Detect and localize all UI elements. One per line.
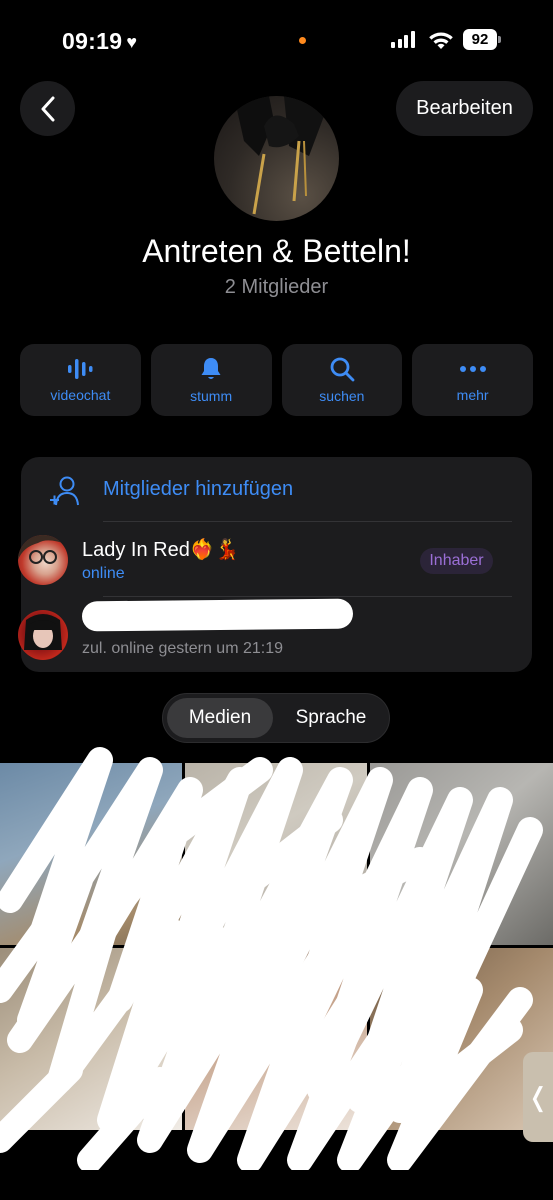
media-tile[interactable]	[0, 763, 182, 945]
chevron-left-icon	[41, 96, 54, 121]
action-bar: videochat stumm suchen mehr	[20, 344, 533, 416]
privacy-indicator-dot	[299, 37, 306, 44]
video-duration: 0:05	[331, 921, 359, 937]
tab-media[interactable]: Medien	[167, 698, 273, 738]
avatar[interactable]	[18, 610, 68, 660]
side-tab-chevron-icon: ❬	[527, 1081, 549, 1112]
audio-waveform-icon	[68, 359, 93, 379]
media-tile[interactable]	[370, 763, 553, 945]
media-tile[interactable]: 0:07	[0, 948, 182, 1130]
bell-icon	[201, 358, 221, 379]
media-tile[interactable]	[185, 948, 367, 1130]
owner-badge: Inhaber	[420, 548, 493, 574]
media-tabs: Medien Sprache	[162, 693, 390, 743]
redacted-member-name	[81, 598, 354, 632]
group-title: Antreten & Betteln!	[142, 233, 411, 269]
heart-icon: ♥	[126, 31, 138, 52]
side-panel-tab[interactable]: ❬	[523, 1052, 553, 1142]
divider	[103, 596, 512, 597]
mute-button[interactable]: stumm	[150, 344, 272, 416]
ellipsis-icon	[459, 366, 486, 372]
more-label: mehr	[456, 387, 489, 403]
videochat-label: videochat	[50, 387, 111, 403]
divider	[103, 521, 512, 522]
add-members-row[interactable]: Mitglieder hinzufügen	[21, 457, 532, 522]
member-name[interactable]: Lady In Red❤️‍🔥💃	[82, 537, 240, 562]
more-button[interactable]: mehr	[412, 344, 533, 416]
mute-label: stumm	[190, 388, 233, 404]
avatar-photo	[18, 535, 68, 564]
high-heels-photo	[234, 96, 324, 215]
status-time-text: 09:19	[62, 28, 123, 54]
videochat-button[interactable]: videochat	[20, 344, 141, 416]
media-grid: 0:05 0:07	[0, 763, 553, 1131]
edit-button[interactable]: Bearbeiten	[396, 81, 533, 136]
group-avatar[interactable]	[214, 96, 339, 221]
media-tile[interactable]: 0:05	[185, 763, 367, 945]
search-label: suchen	[319, 388, 365, 404]
member-status: zul. online gestern um 21:19	[82, 640, 284, 657]
battery-icon: 92	[463, 29, 501, 50]
member-count: 2 Mitglieder	[224, 276, 329, 298]
avatar-photo	[24, 614, 62, 650]
tab-voice[interactable]: Sprache	[277, 698, 385, 738]
member-status: online	[82, 565, 125, 582]
wifi-icon	[429, 32, 453, 49]
search-icon	[330, 357, 355, 382]
cellular-signal-icon	[391, 31, 415, 48]
add-person-icon	[50, 476, 79, 506]
search-button[interactable]: suchen	[281, 344, 403, 416]
avatar[interactable]	[18, 535, 68, 585]
back-button[interactable]	[20, 81, 75, 136]
status-bar: 09:19 ♥ 92	[0, 0, 553, 80]
add-members-label: Mitglieder hinzufügen	[103, 478, 294, 500]
battery-level: 92	[471, 31, 489, 48]
status-time: 09:19 ♥	[62, 28, 137, 55]
video-duration: 0:07	[141, 1106, 169, 1122]
